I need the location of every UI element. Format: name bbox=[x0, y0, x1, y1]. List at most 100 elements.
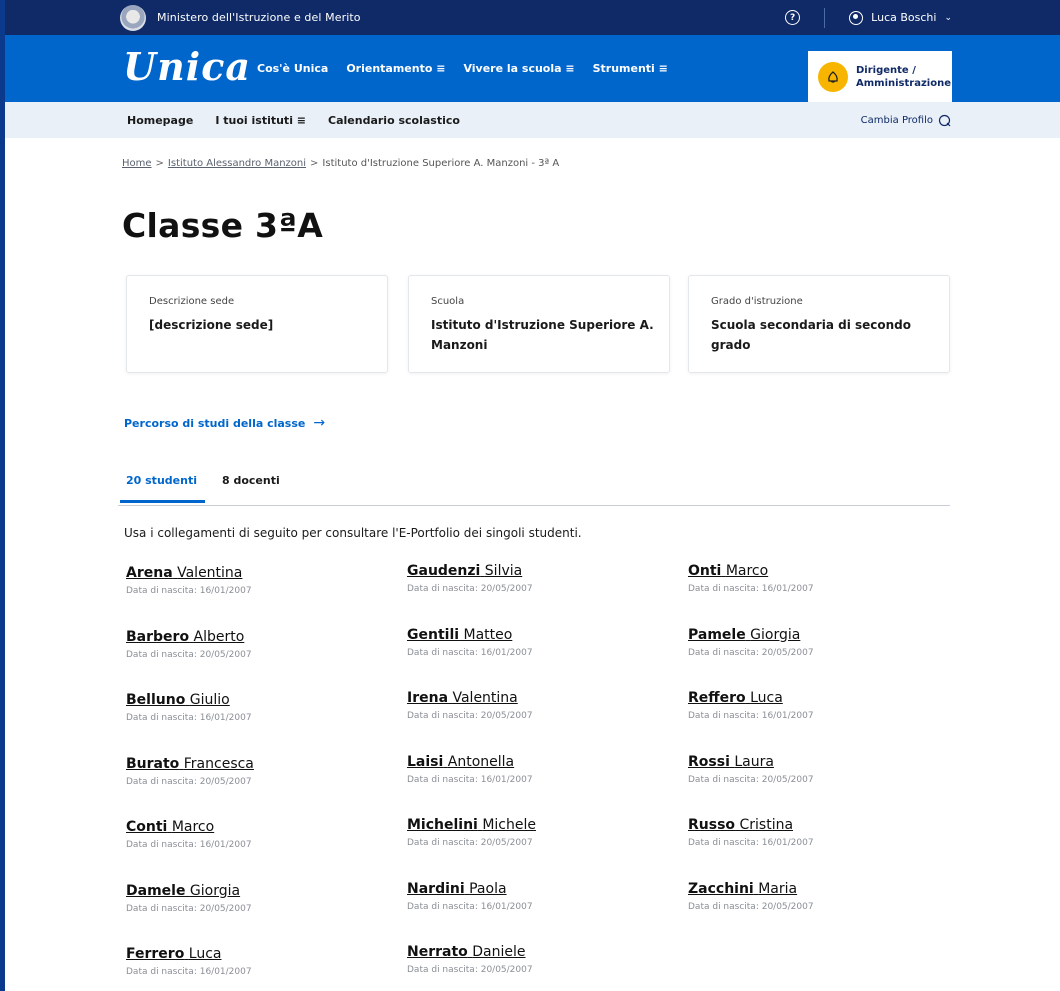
profile-selector[interactable]: Dirigente / Amministrazione bbox=[808, 51, 952, 102]
student-link[interactable]: Ferrero Luca bbox=[126, 944, 386, 964]
student-dob: Data di nascita: 20/05/2007 bbox=[407, 965, 533, 975]
student-link[interactable]: Onti Marco bbox=[688, 561, 948, 581]
student-dob: Data di nascita: 16/01/2007 bbox=[126, 713, 252, 723]
tab-studenti[interactable]: 20 studenti bbox=[120, 474, 205, 503]
breadcrumb-istituto[interactable]: Istituto Alessandro Manzoni bbox=[168, 158, 306, 169]
student-link[interactable]: Damele Giorgia bbox=[126, 881, 386, 901]
student-dob: Data di nascita: 20/05/2007 bbox=[688, 774, 814, 785]
card-label: Scuola bbox=[431, 296, 465, 307]
students-column-2: Gaudenzi Silvia Data di nascita: 20/05/20… bbox=[407, 561, 667, 991]
student-link[interactable]: Gaudenzi Silvia bbox=[407, 561, 667, 581]
card-value: Scuola secondaria di secondo grado bbox=[711, 318, 912, 352]
student-link[interactable]: Burato Francesca bbox=[126, 754, 386, 774]
nav-cos-e-unica[interactable]: Cos'è Unica bbox=[257, 62, 328, 75]
profile-badge-icon bbox=[818, 61, 848, 92]
student-link[interactable]: Conti Marco bbox=[126, 817, 386, 837]
list-item: Rossi Laura Data di nascita: 20/05/2007 bbox=[688, 752, 948, 816]
student-link[interactable]: Irena Valentina bbox=[407, 688, 667, 708]
list-item: Laisi Antonella Data di nascita: 16/01/20… bbox=[407, 752, 667, 816]
help-icon[interactable]: ? bbox=[785, 10, 801, 25]
main-header: Unica Cos'è Unica Orientamento ≡ Vivere … bbox=[5, 35, 1060, 102]
student-link[interactable]: Barbero Alberto bbox=[126, 627, 386, 647]
subnav-tuoi-istituti[interactable]: I tuoi istituti ≡ bbox=[215, 114, 306, 127]
student-dob: Data di nascita: 16/01/2007 bbox=[688, 711, 814, 721]
list-item: Zacchini Maria Data di nascita: 20/05/200… bbox=[688, 879, 948, 943]
student-dob: Data di nascita: 16/01/2007 bbox=[126, 967, 252, 977]
student-dob: Data di nascita: 20/05/2007 bbox=[688, 647, 814, 658]
student-link[interactable]: Belluno Giulio bbox=[126, 690, 386, 710]
list-item: Nerrato Daniele Data di nascita: 20/05/20… bbox=[407, 942, 667, 991]
list-item: Conti Marco Data di nascita: 16/01/2007 bbox=[126, 817, 386, 881]
card-label: Grado d'istruzione bbox=[711, 296, 803, 307]
student-dob: Data di nascita: 16/01/2007 bbox=[688, 838, 814, 848]
tabs: 20 studenti 8 docenti bbox=[118, 466, 950, 506]
student-dob: Data di nascita: 16/01/2007 bbox=[407, 647, 533, 658]
list-item: Reffero Luca Data di nascita: 16/01/2007 bbox=[688, 688, 948, 752]
student-dob: Data di nascita: 16/01/2007 bbox=[407, 774, 533, 785]
student-link[interactable]: Zacchini Maria bbox=[688, 879, 948, 899]
percorso-label: Percorso di studi della classe bbox=[124, 416, 306, 430]
list-item: Gentili Matteo Data di nascita: 16/01/200… bbox=[407, 625, 667, 689]
chevron-down-icon[interactable]: ⌄ bbox=[944, 13, 952, 23]
breadcrumb-home[interactable]: Home bbox=[122, 158, 152, 169]
student-link[interactable]: Laisi Antonella bbox=[407, 752, 667, 772]
change-profile-label: Cambia Profilo bbox=[860, 114, 933, 126]
card-value: [descrizione sede] bbox=[149, 318, 274, 332]
student-link[interactable]: Gentili Matteo bbox=[407, 625, 667, 645]
list-item: Onti Marco Data di nascita: 16/01/2007 bbox=[688, 561, 948, 625]
profile-line-2: Amministrazione bbox=[856, 77, 951, 89]
card-scuola: Scuola Istituto d'Istruzione Superiore A… bbox=[408, 275, 670, 373]
breadcrumb-separator: > bbox=[155, 158, 164, 169]
students-column-1: Arena Valentina Data di nascita: 16/01/20… bbox=[126, 563, 386, 991]
card-descrizione-sede: Descrizione sede [descrizione sede] bbox=[126, 275, 388, 373]
card-value: Istituto d'Istruzione Superiore A. Manzo… bbox=[431, 318, 654, 352]
list-item: Damele Giorgia Data di nascita: 20/05/200… bbox=[126, 881, 386, 945]
student-link[interactable]: Russo Cristina bbox=[688, 815, 948, 835]
sub-nav: Homepage I tuoi istituti ≡ Calendario sc… bbox=[5, 102, 1060, 138]
nav-vivere-la-scuola[interactable]: Vivere la scuola ≡ bbox=[463, 62, 574, 75]
student-link[interactable]: Arena Valentina bbox=[126, 563, 386, 583]
list-item: Barbero Alberto Data di nascita: 20/05/20… bbox=[126, 627, 386, 691]
student-dob: Data di nascita: 16/01/2007 bbox=[688, 584, 814, 594]
students-column-3: Onti Marco Data di nascita: 16/01/2007 Pa… bbox=[688, 561, 948, 942]
subnav-calendario[interactable]: Calendario scolastico bbox=[328, 114, 460, 127]
divider bbox=[824, 7, 826, 28]
student-dob: Data di nascita: 20/05/2007 bbox=[688, 901, 814, 912]
list-item: Burato Francesca Data di nascita: 20/05/2… bbox=[126, 754, 386, 818]
republic-emblem-icon bbox=[120, 4, 146, 31]
card-grado-istruzione: Grado d'istruzione Scuola secondaria di … bbox=[688, 275, 950, 373]
breadcrumb-current: Istituto d'Istruzione Superiore A. Manzo… bbox=[322, 158, 560, 169]
list-item: Belluno Giulio Data di nascita: 16/01/200… bbox=[126, 690, 386, 754]
student-link[interactable]: Rossi Laura bbox=[688, 752, 948, 772]
percorso-studi-link[interactable]: Percorso di studi della classe → bbox=[124, 415, 325, 431]
student-link[interactable]: Michelini Michele bbox=[407, 815, 667, 835]
tab-docenti[interactable]: 8 docenti bbox=[222, 474, 280, 501]
profile-label: Dirigente / Amministrazione bbox=[856, 64, 951, 90]
nav-strumenti[interactable]: Strumenti ≡ bbox=[593, 62, 668, 75]
student-link[interactable]: Pamele Giorgia bbox=[688, 625, 948, 645]
nav-orientamento[interactable]: Orientamento ≡ bbox=[346, 62, 445, 75]
logo[interactable]: Unica bbox=[123, 45, 251, 89]
student-dob: Data di nascita: 16/01/2007 bbox=[126, 840, 252, 850]
list-item: Gaudenzi Silvia Data di nascita: 20/05/20… bbox=[407, 561, 667, 625]
student-dob: Data di nascita: 20/05/2007 bbox=[126, 649, 252, 660]
ministry-link[interactable]: Ministero dell'Istruzione e del Merito bbox=[157, 11, 361, 24]
card-label: Descrizione sede bbox=[149, 296, 235, 307]
change-profile-button[interactable]: Cambia Profilo bbox=[861, 102, 951, 138]
student-dob: Data di nascita: 16/01/2007 bbox=[407, 901, 533, 912]
student-link[interactable]: Nerrato Daniele bbox=[407, 942, 667, 962]
main-nav: Cos'è Unica Orientamento ≡ Vivere la scu… bbox=[257, 35, 668, 102]
list-item: Russo Cristina Data di nascita: 16/01/200… bbox=[688, 815, 948, 879]
breadcrumb-separator: > bbox=[310, 158, 319, 169]
user-menu[interactable]: Luca Boschi bbox=[871, 11, 936, 24]
user-icon bbox=[849, 10, 864, 25]
ministry-bar: Ministero dell'Istruzione e del Merito ?… bbox=[5, 0, 1060, 35]
student-dob: Data di nascita: 20/05/2007 bbox=[407, 711, 533, 721]
student-dob: Data di nascita: 20/05/2007 bbox=[407, 584, 533, 594]
student-dob: Data di nascita: 20/05/2007 bbox=[126, 903, 252, 914]
student-link[interactable]: Nardini Paola bbox=[407, 879, 667, 899]
subnav-homepage[interactable]: Homepage bbox=[127, 114, 193, 127]
list-item: Arena Valentina Data di nascita: 16/01/20… bbox=[126, 563, 386, 627]
student-link[interactable]: Reffero Luca bbox=[688, 688, 948, 708]
window-frame bbox=[0, 0, 5, 991]
